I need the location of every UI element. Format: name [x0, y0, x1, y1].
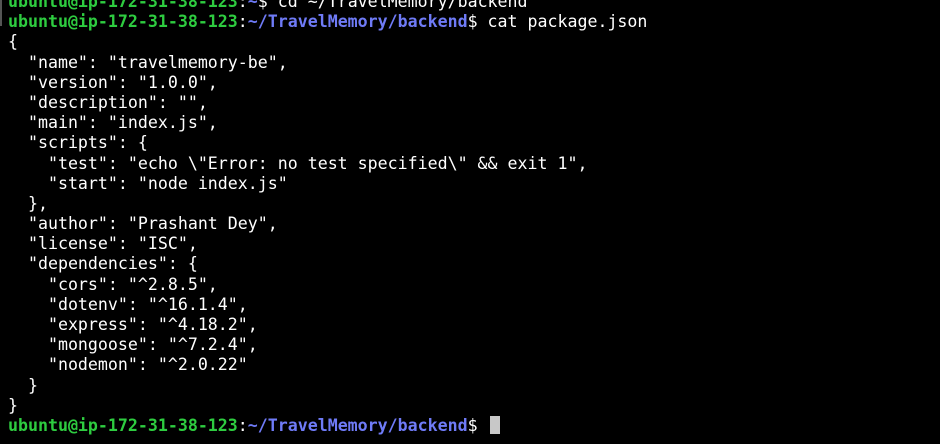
output-line: { — [8, 32, 18, 52]
output-line: "scripts": { — [8, 133, 148, 153]
output-line: "start": "node index.js" — [8, 173, 288, 193]
output-line: }, — [8, 193, 48, 213]
output-line: "version": "1.0.0", — [8, 72, 218, 92]
text-cursor[interactable] — [489, 415, 500, 434]
output-line: "cors": "^2.8.5", — [8, 274, 218, 294]
output-line: "mongoose": "^7.2.4", — [8, 335, 258, 355]
output-line: "author": "Prashant Dey", — [8, 214, 278, 234]
output-line: } — [8, 395, 18, 415]
prompt-separator: : — [237, 415, 248, 435]
output-line: "name": "travelmemory-be", — [8, 52, 288, 72]
command-text: $ cat package.json — [467, 12, 648, 32]
prompt-user: ubuntu@ip-172-31-38-123 — [8, 415, 238, 435]
prompt-separator: : — [237, 12, 248, 32]
output-line: "dependencies": { — [8, 254, 198, 274]
active-prompt-line[interactable]: ubuntu@ip-172-31-38-123:~/TravelMemory/b… — [8, 415, 940, 436]
previous-command-text: $ cd ~/TravelMemory/backend — [257, 0, 528, 11]
output-line: "description": "", — [8, 92, 208, 112]
output-line: "test": "echo \"Error: no test specified… — [8, 153, 588, 173]
output-line: "license": "ISC", — [8, 234, 198, 254]
prompt-symbol: $ — [467, 415, 488, 435]
terminal-window[interactable]: ubuntu@ip-172-31-38-123:~$ cd ~/TravelMe… — [0, 0, 940, 444]
prompt-user: ubuntu@ip-172-31-38-123 — [8, 0, 238, 11]
window-edge — [0, 0, 2, 26]
prompt-user: ubuntu@ip-172-31-38-123 — [8, 12, 238, 32]
output-line: "nodemon": "^2.0.22" — [8, 355, 248, 375]
prompt-separator: : — [237, 0, 248, 11]
output-line: "main": "index.js", — [8, 113, 218, 133]
output-line: } — [8, 375, 38, 395]
previous-command-line: ubuntu@ip-172-31-38-123:~$ cd ~/TravelMe… — [8, 0, 940, 12]
output-line: "dotenv": "^16.1.4", — [8, 294, 248, 314]
command-line: ubuntu@ip-172-31-38-123:~/TravelMemory/b… — [8, 12, 940, 32]
prompt-path: ~ — [247, 0, 258, 11]
prompt-path: ~/TravelMemory/backend — [247, 12, 468, 32]
prompt-path: ~/TravelMemory/backend — [247, 415, 468, 435]
output-line: "express": "^4.18.2", — [8, 315, 258, 334]
